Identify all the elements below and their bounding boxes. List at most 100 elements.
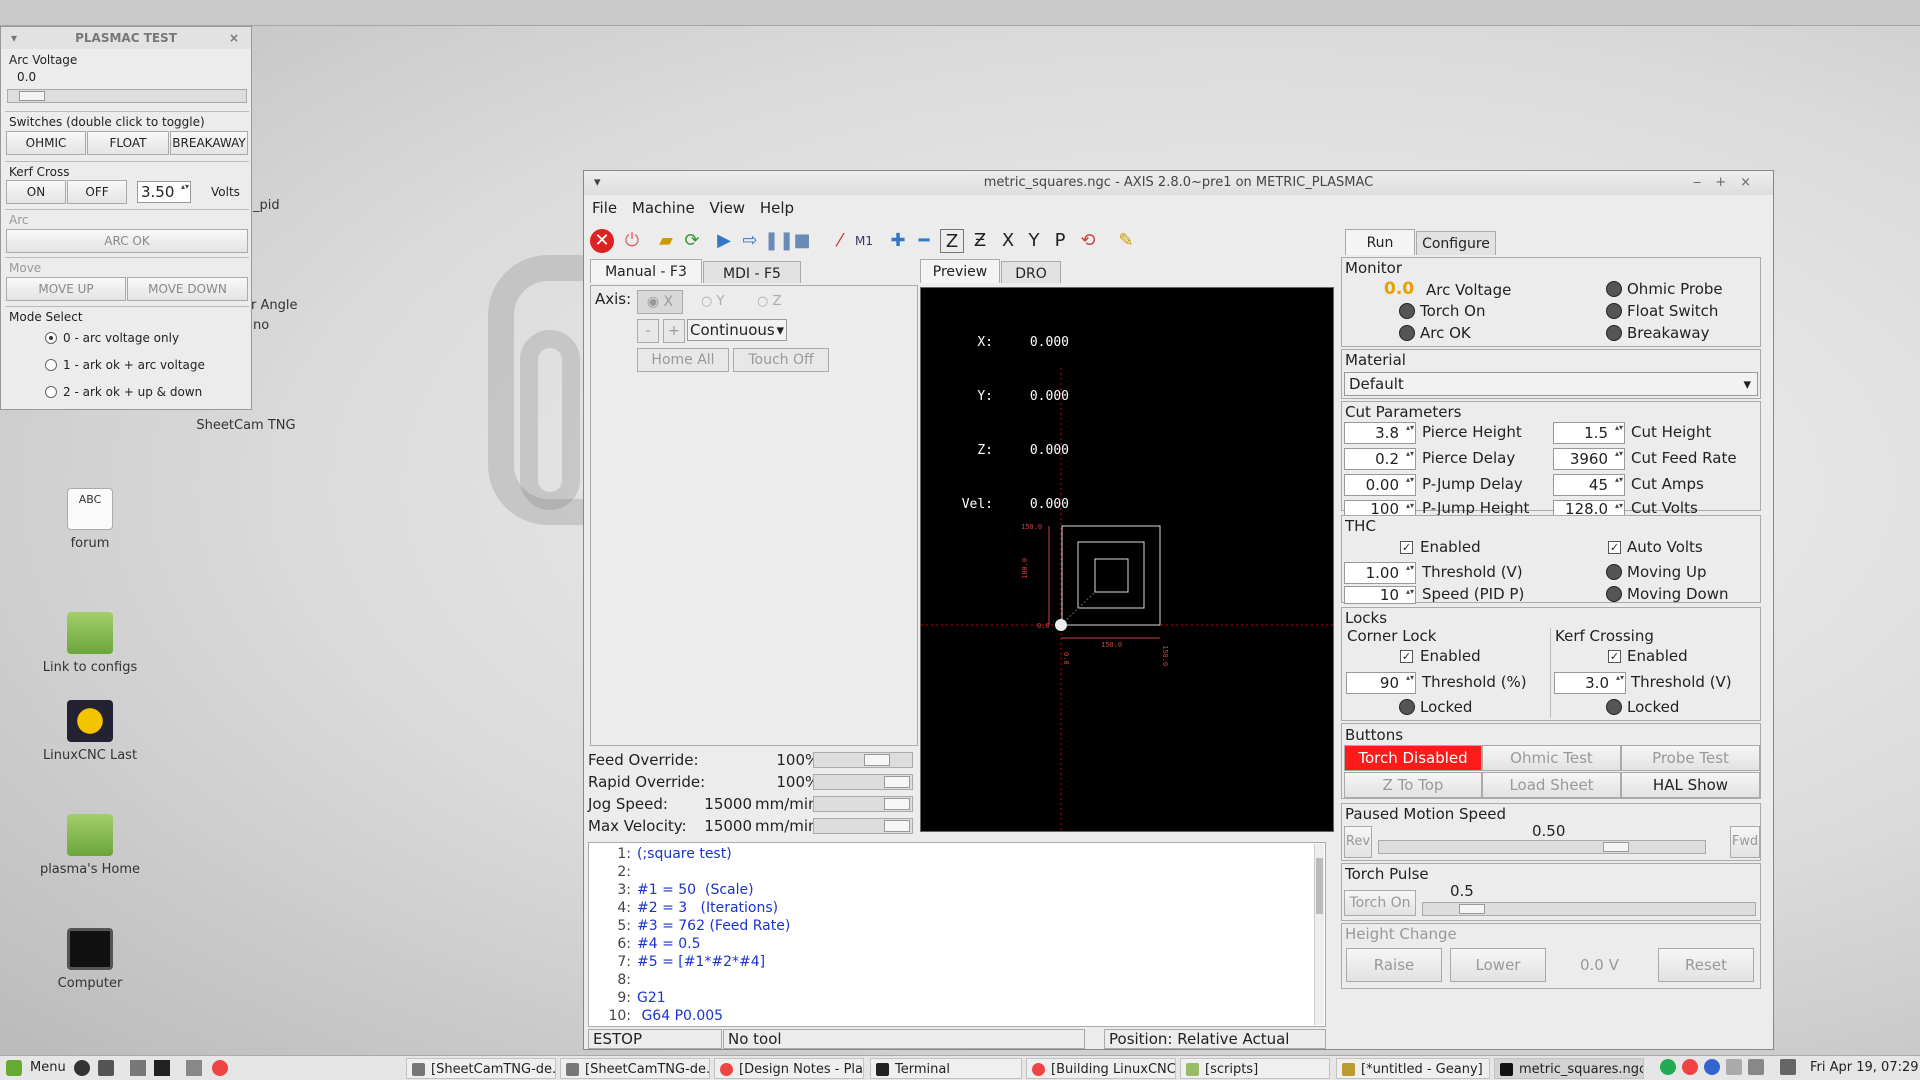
pierce-delay-spinbox[interactable]: 0.2 xyxy=(1344,448,1416,470)
taskbar-item[interactable]: Terminal xyxy=(870,1058,1022,1079)
tab-run[interactable]: Run xyxy=(1345,229,1415,255)
menu-machine[interactable]: Machine xyxy=(632,199,695,217)
desktop-icon-pid[interactable]: _pid xyxy=(253,198,280,213)
desktop-icon-no[interactable]: no xyxy=(253,318,269,333)
menu-file[interactable]: File xyxy=(592,199,617,217)
slider-handle[interactable] xyxy=(884,820,910,832)
gcode-text-view[interactable]: 1: (;square test) 2: 3: #1 = 50 (Scale) 4:… xyxy=(588,842,1326,1027)
tab-dro[interactable]: DRO xyxy=(1001,261,1061,283)
rev-button[interactable]: Rev xyxy=(1344,826,1372,858)
material-select[interactable]: Default ▾ xyxy=(1344,372,1758,396)
pid-speed-spinbox[interactable]: 10 xyxy=(1344,586,1416,604)
move-down-button[interactable]: MOVE DOWN xyxy=(127,277,248,301)
reset-button[interactable]: Reset xyxy=(1658,948,1754,982)
slider-handle[interactable] xyxy=(884,798,910,810)
view-z2-icon[interactable]: Ƶ xyxy=(968,229,992,253)
jog-speed-slider[interactable] xyxy=(813,796,913,812)
desktop-icon-forum[interactable]: ABC forum xyxy=(30,488,150,551)
lower-button[interactable]: Lower xyxy=(1450,948,1546,982)
taskbar-item[interactable]: [SheetCamTNG-de... xyxy=(406,1058,556,1079)
load-sheet-button[interactable]: Load Sheet xyxy=(1482,772,1621,798)
taskbar-item[interactable]: [SheetCamTNG-de... xyxy=(560,1058,710,1079)
breakaway-button[interactable]: BREAKAWAY xyxy=(170,131,248,155)
tab-preview[interactable]: Preview xyxy=(920,259,1000,283)
taskbar-item[interactable]: [Building LinuxCNC... xyxy=(1026,1058,1176,1079)
arc-voltage-slider[interactable] xyxy=(7,89,247,103)
reload-icon[interactable]: ⟳ xyxy=(680,229,704,253)
rotate-view-icon[interactable]: ⟲ xyxy=(1076,229,1100,253)
mode-radio-2[interactable]: 2 - ark ok + up & down xyxy=(45,385,202,399)
axis-z-radio[interactable]: ○ Z xyxy=(757,294,781,309)
view-p-icon[interactable]: P xyxy=(1048,229,1072,253)
tab-mdi[interactable]: MDI - F5 xyxy=(703,261,801,283)
window-controls[interactable]: ‒+× xyxy=(1693,171,1765,195)
slider-handle[interactable] xyxy=(1459,904,1485,914)
chevron-down-icon[interactable]: ▾ xyxy=(594,171,601,195)
chrome-icon[interactable] xyxy=(212,1060,228,1076)
estop-icon[interactable]: ✕ xyxy=(590,229,614,253)
menu-help[interactable]: Help xyxy=(760,199,794,217)
clear-plot-icon[interactable]: ✎ xyxy=(1114,229,1138,253)
slider-handle[interactable] xyxy=(1603,842,1629,852)
app-launcher-icon[interactable] xyxy=(74,1060,90,1076)
chrome-tray-icon[interactable] xyxy=(1682,1059,1698,1075)
desktop-icon-linuxcnc-last[interactable]: LinuxCNC Last xyxy=(30,700,150,763)
corner-threshold-spinbox[interactable]: 90 xyxy=(1346,672,1416,694)
zoom-in-icon[interactable]: ✚ xyxy=(886,229,910,253)
torch-pulse-slider[interactable] xyxy=(1422,902,1756,916)
cut-amps-spinbox[interactable]: 45 xyxy=(1553,474,1625,496)
close-icon[interactable]: × xyxy=(229,27,239,49)
hal-show-button[interactable]: HAL Show xyxy=(1621,772,1760,798)
pause-icon[interactable]: ❚❚ xyxy=(764,229,794,253)
mode-radio-0[interactable]: 0 - arc voltage only xyxy=(45,331,179,345)
float-button[interactable]: FLOAT xyxy=(87,131,169,155)
radio-button[interactable] xyxy=(45,332,57,344)
volume-icon[interactable] xyxy=(1748,1059,1764,1075)
slider-handle[interactable] xyxy=(864,754,890,766)
home-all-button[interactable]: Home All xyxy=(637,348,729,372)
clipboard-tray-icon[interactable] xyxy=(1726,1059,1742,1075)
desktop-icon-link-to-configs[interactable]: Link to configs xyxy=(30,612,150,675)
tab-configure[interactable]: Configure xyxy=(1416,231,1496,255)
jog-mode-select[interactable]: Continuous ▾ xyxy=(687,319,787,341)
radio-button[interactable] xyxy=(45,359,57,371)
raise-button[interactable]: Raise xyxy=(1346,948,1442,982)
scrollbar-thumb[interactable] xyxy=(1316,858,1323,914)
axis-y-radio[interactable]: ○ Y xyxy=(701,294,724,309)
kerf-threshold-spinbox[interactable]: 3.0 xyxy=(1554,672,1626,694)
paused-motion-slider[interactable] xyxy=(1378,840,1706,854)
ohmic-test-button[interactable]: Ohmic Test xyxy=(1482,745,1621,771)
taskbar-item[interactable]: [scripts] xyxy=(1180,1058,1330,1079)
view-x-icon[interactable]: X xyxy=(996,229,1020,253)
cut-feed-rate-spinbox[interactable]: 3960 xyxy=(1553,448,1625,470)
z-to-top-button[interactable]: Z To Top xyxy=(1344,772,1482,798)
slider-handle[interactable] xyxy=(884,776,910,788)
corner-lock-enabled-checkbox[interactable]: ✓ xyxy=(1400,650,1413,663)
taskbar-item-active[interactable]: metric_squares.ngc xyxy=(1494,1058,1644,1079)
desktop-icon-angle[interactable]: r Angle xyxy=(251,298,297,313)
move-up-button[interactable]: MOVE UP xyxy=(6,277,126,301)
jog-minus-button[interactable]: - xyxy=(637,319,659,343)
zoom-out-icon[interactable]: ━ xyxy=(912,229,936,253)
kerf-volts-spinbox[interactable]: 3.50 xyxy=(137,181,191,203)
status-tray-icon[interactable] xyxy=(1660,1059,1676,1075)
p-jump-delay-spinbox[interactable]: 0.00 xyxy=(1344,474,1416,496)
feed-override-slider[interactable] xyxy=(813,752,913,768)
touch-off-button[interactable]: Touch Off xyxy=(733,348,829,372)
pierce-height-spinbox[interactable]: 3.8 xyxy=(1344,422,1416,444)
cut-height-spinbox[interactable]: 1.5 xyxy=(1553,422,1625,444)
torch-disabled-button[interactable]: Torch Disabled xyxy=(1344,745,1482,771)
run-icon[interactable]: ▶ xyxy=(712,229,736,253)
ohmic-button[interactable]: OHMIC xyxy=(6,131,86,155)
power-icon[interactable]: ⏻ xyxy=(620,229,644,253)
fwd-button[interactable]: Fwd xyxy=(1730,826,1760,858)
desktop-icon-computer[interactable]: Computer xyxy=(30,928,150,991)
open-file-icon[interactable]: ▰ xyxy=(654,229,678,253)
thc-threshold-spinbox[interactable]: 1.00 xyxy=(1344,562,1416,584)
axis-x-radio[interactable]: ◉ X xyxy=(637,290,683,314)
view-z-icon[interactable]: Z xyxy=(940,229,964,253)
taskbar-item[interactable]: [Design Notes - Pla... xyxy=(714,1058,864,1079)
menu-icon[interactable] xyxy=(6,1060,22,1076)
thc-enabled-checkbox[interactable]: ✓ xyxy=(1400,541,1413,554)
files-icon[interactable] xyxy=(98,1060,114,1076)
